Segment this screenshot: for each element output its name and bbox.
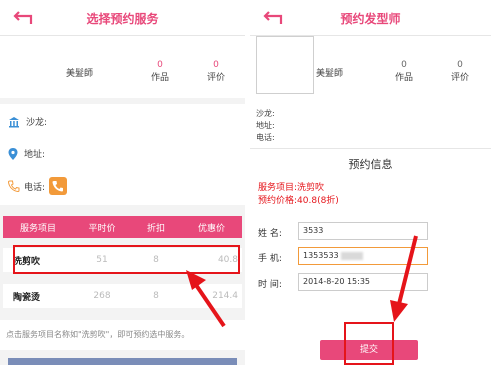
bank-icon <box>9 116 19 127</box>
highlight-box <box>344 322 394 365</box>
phone-value: 1353533 <box>303 251 339 260</box>
phone-label: 电话: <box>24 182 46 193</box>
bottom-bar <box>8 358 237 365</box>
phone-call-icon <box>52 181 64 192</box>
screenshot-root: 选择预约服务 美髮師 0 作品 0 评价 沙龙: 地址: 电话: 服务项目 平时… <box>0 0 491 365</box>
select-service-screen: 选择预约服务 美髮師 0 作品 0 评价 沙龙: 地址: 电话: 服务项目 平时… <box>0 0 245 365</box>
regular-price: 268 <box>93 291 111 301</box>
service-table-header: 服务项目 平时价 折扣 优惠价 <box>3 216 242 238</box>
phone-row: 电话: <box>8 177 68 195</box>
service-name[interactable]: 陶瓷烫 <box>3 290 73 303</box>
col-discount: 折扣 <box>146 223 165 234</box>
address-label: 地址: <box>24 150 46 160</box>
salon-info: 沙龙: 地址: 电话: <box>0 104 245 205</box>
works-label: 作品 <box>394 73 413 83</box>
works-stat[interactable]: 0 作品 <box>384 60 424 83</box>
phone-icon <box>8 180 20 192</box>
avatar <box>256 36 314 94</box>
discount: 8 <box>153 291 159 301</box>
header-bar: 选择预约服务 <box>0 0 245 36</box>
stylist-name: 美髮師 <box>66 69 94 79</box>
service-item: 服务项目:洗剪吹 <box>258 183 325 193</box>
annotation-arrow-icon <box>390 235 418 322</box>
salon-label: 沙龙: <box>26 118 48 128</box>
divider-line <box>250 148 491 149</box>
phone-field-label: 手 机: <box>258 254 282 264</box>
works-stat[interactable]: 0 作品 <box>140 60 180 83</box>
annotation-arrow-icon <box>186 270 226 328</box>
salon-row: 沙龙: <box>8 115 47 128</box>
book-stylist-screen: 预约发型师 美髮師 0 作品 0 评价 沙龙: 地址: 电话: 预约信息 服务项… <box>250 0 491 365</box>
location-pin-icon <box>8 147 18 160</box>
col-service: 服务项目 <box>19 223 56 234</box>
reviews-label: 评价 <box>450 73 469 83</box>
address-row: 地址: <box>8 147 45 160</box>
reviews-label: 评价 <box>206 73 225 83</box>
call-button[interactable] <box>49 177 68 195</box>
reviews-count: 0 <box>457 60 463 70</box>
works-label: 作品 <box>150 73 169 83</box>
reviews-stat[interactable]: 0 评价 <box>196 60 236 83</box>
stylist-profile: 美髮師 0 作品 0 评价 <box>0 36 245 98</box>
col-regular-price: 平时价 <box>88 223 116 234</box>
page-title: 预约发型师 <box>340 12 401 26</box>
booking-info-title: 预约信息 <box>348 158 393 171</box>
phone-label: 电话: <box>256 133 275 142</box>
time-label: 时 间: <box>258 280 282 290</box>
booking-price: 预约价格:40.8(8折) <box>258 196 339 206</box>
page-title: 选择预约服务 <box>86 12 159 26</box>
name-label: 姓 名: <box>258 229 282 239</box>
header-bar: 预约发型师 <box>250 0 491 36</box>
reviews-count: 0 <box>213 60 219 70</box>
reviews-stat[interactable]: 0 评价 <box>440 60 480 83</box>
col-sale-price: 优惠价 <box>197 223 225 234</box>
salon-label: 沙龙: <box>256 109 275 118</box>
stylist-name: 美髮師 <box>316 69 344 79</box>
works-count: 0 <box>401 60 407 70</box>
redacted-digits <box>340 251 363 260</box>
works-count: 0 <box>157 60 163 70</box>
address-label: 地址: <box>256 121 275 130</box>
